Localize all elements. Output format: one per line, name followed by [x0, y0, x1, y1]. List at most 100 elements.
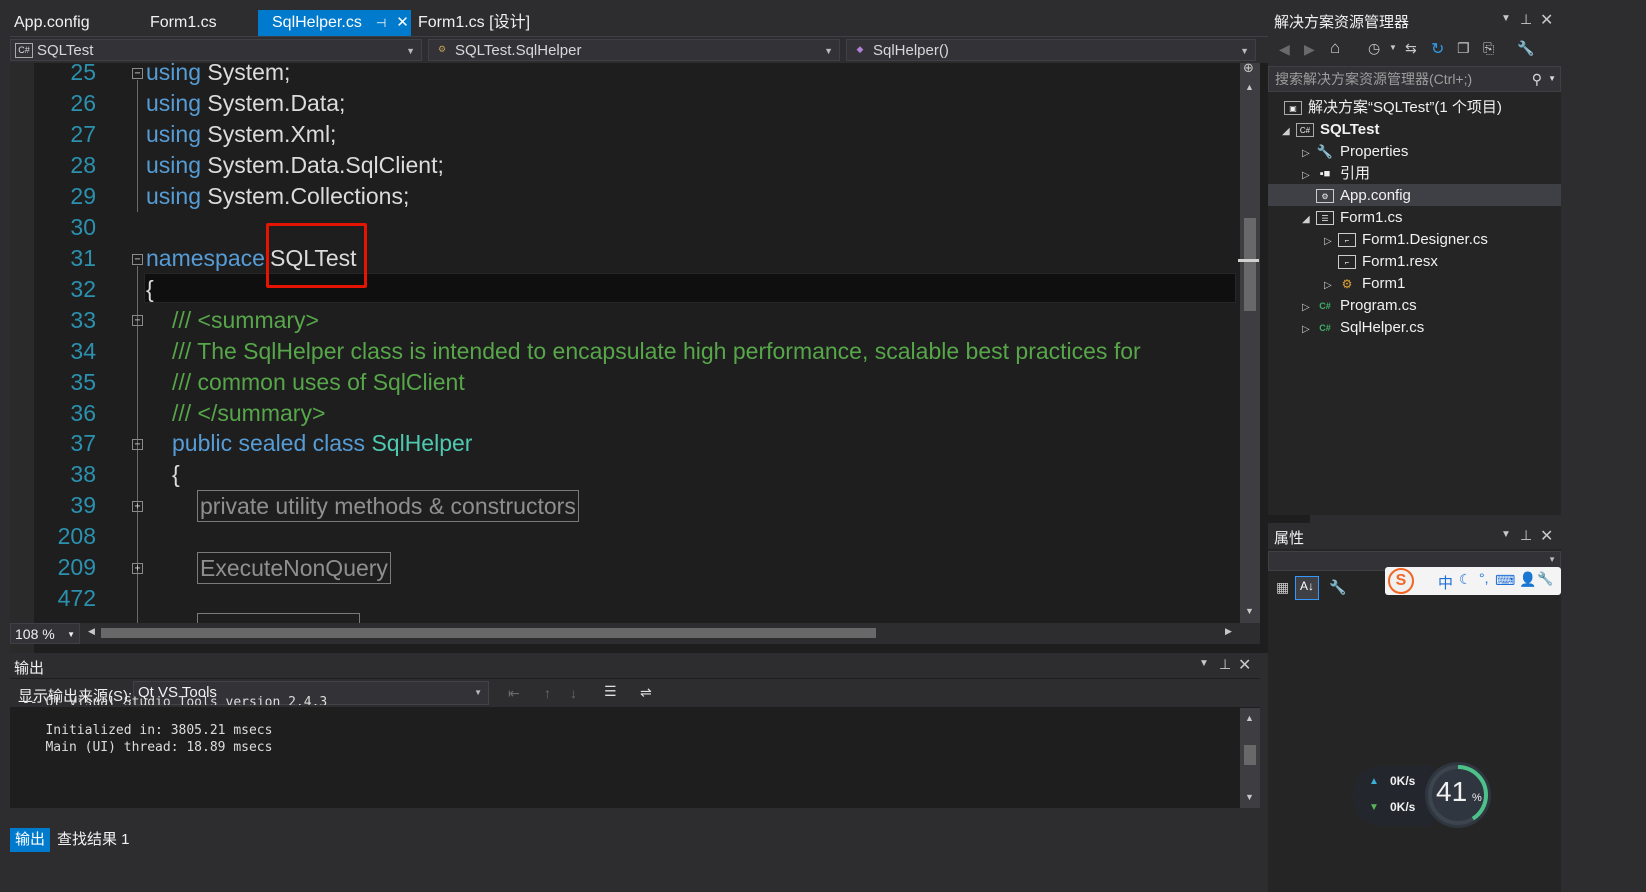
collapse-icon[interactable]: − — [132, 254, 143, 265]
tab-form1-cs[interactable]: Form1.cs — [136, 10, 217, 36]
line-number: 38 — [70, 461, 96, 487]
forward-icon[interactable]: ▶ — [1304, 41, 1315, 58]
tab-app-config[interactable]: App.config — [0, 10, 90, 36]
editor-vertical-scrollbar[interactable] — [1240, 63, 1260, 623]
collapse-icon[interactable]: − — [132, 68, 143, 79]
back-icon[interactable]: ◀ — [1279, 41, 1290, 58]
word-wrap-icon[interactable]: ⇌ — [640, 684, 652, 701]
refresh-icon[interactable]: ↻ — [1431, 39, 1444, 59]
chevron-down-icon[interactable]: ▼ — [1199, 658, 1209, 669]
search-placeholder: 搜索解决方案资源管理器(Ctrl+;) — [1275, 71, 1473, 87]
scroll-thumb[interactable] — [1244, 745, 1256, 765]
pending-changes-icon[interactable]: ◷ — [1368, 40, 1380, 57]
pin-icon[interactable]: ⊥ — [1219, 656, 1231, 673]
alphabetical-button[interactable]: A↓ — [1295, 576, 1319, 600]
output-horizontal-scrollbar[interactable] — [10, 808, 1260, 826]
memory-gauge[interactable]: 41 % — [1423, 760, 1493, 830]
tab-sqlhelper-cs[interactable]: SqlHelper.cs ⊣ ✕ — [258, 10, 411, 36]
sogou-logo-icon[interactable]: S — [1388, 568, 1414, 594]
expand-icon[interactable]: + — [132, 501, 143, 512]
tab-form1-designer[interactable]: Form1.cs [设计] — [404, 10, 530, 36]
chevron-down-icon[interactable]: ▼ — [1501, 13, 1511, 24]
chevron-down-icon[interactable]: ▼ — [1501, 529, 1511, 540]
split-editor-icon[interactable]: ⊕ — [1243, 60, 1254, 76]
code-line: public sealed class SqlHelper — [172, 430, 472, 457]
home-icon[interactable]: ⌂ — [1330, 38, 1340, 58]
scroll-down-icon[interactable]: ▼ — [1245, 792, 1254, 802]
search-icon[interactable]: ⚲ — [1532, 67, 1542, 91]
close-icon[interactable]: ✕ — [1238, 655, 1251, 675]
chevron-down-icon[interactable]: ▼ — [1548, 67, 1556, 91]
tree-item-form1-class[interactable]: ▷ ⚙ Form1 — [1324, 273, 1405, 295]
go-to-line-icon[interactable]: ⇤ — [508, 685, 520, 702]
scroll-thumb[interactable] — [1244, 218, 1256, 311]
tree-item-properties[interactable]: ▷ 🔧 Properties — [1302, 141, 1408, 163]
collapsed-region[interactable]: ExecuteNonQuery — [197, 552, 391, 584]
wrench-icon[interactable]: 🔧 — [1537, 571, 1553, 587]
scroll-left-icon[interactable]: ◀ — [88, 626, 95, 637]
scroll-down-icon[interactable]: ▼ — [1245, 606, 1254, 616]
scroll-right-icon[interactable]: ▶ — [1225, 626, 1232, 637]
output-text[interactable]: -- Qt Visual Studio Tools version 2.4.3 … — [22, 695, 327, 756]
tree-item-form1-cs[interactable]: ◢ ☰ Form1.cs — [1302, 207, 1403, 229]
bottom-tab-output[interactable]: 输出 — [10, 828, 51, 852]
scroll-up-icon[interactable]: ▲ — [1245, 82, 1254, 92]
pin-icon[interactable]: ⊣ — [376, 16, 386, 30]
sync-icon[interactable]: ⇆ — [1405, 40, 1417, 57]
collapsed-arrow-icon[interactable]: ▷ — [1302, 319, 1316, 341]
expanded-arrow-icon[interactable]: ◢ — [1282, 121, 1296, 143]
collapse-icon[interactable]: − — [132, 315, 143, 326]
ime-mode[interactable]: 中 — [1438, 572, 1453, 593]
expanded-arrow-icon[interactable]: ◢ — [1302, 209, 1316, 231]
collapse-icon[interactable]: − — [132, 439, 143, 450]
pin-icon[interactable]: ⊥ — [1520, 11, 1532, 28]
tree-item-references[interactable]: ▷ ▪■ 引用 — [1302, 163, 1370, 185]
expand-icon[interactable]: + — [132, 563, 143, 574]
property-pages-wrench-icon[interactable]: 🔧 — [1329, 579, 1346, 596]
tree-item-sqlhelper-cs[interactable]: ▷ C# SqlHelper.cs — [1302, 317, 1424, 339]
tree-item-project[interactable]: ◢ C# SQLTest — [1282, 119, 1379, 141]
moon-icon[interactable]: ☾ — [1459, 571, 1472, 588]
tree-item-program-cs[interactable]: ▷ C# Program.cs — [1302, 295, 1417, 317]
chevron-down-icon[interactable]: ▼ — [1389, 43, 1397, 52]
chevron-down-icon: ▼ — [824, 46, 833, 56]
collapsed-region[interactable]: private utility methods & constructors — [197, 490, 579, 522]
chevron-down-icon: ▼ — [1548, 555, 1556, 564]
class-combo[interactable]: ⚙ SQLTest.SqlHelper ▼ — [428, 39, 840, 61]
project-combo[interactable]: C# SQLTest ▼ — [10, 39, 422, 61]
tree-item-form1-resx[interactable]: ⌐ Form1.resx — [1324, 251, 1438, 273]
previous-message-icon[interactable]: ↑ — [544, 685, 551, 701]
collapsed-arrow-icon[interactable]: ▷ — [1302, 143, 1316, 165]
line-number: 33 — [70, 307, 96, 333]
collapsed-arrow-icon[interactable]: ▷ — [1302, 165, 1316, 187]
close-icon[interactable]: ✕ — [1540, 10, 1553, 30]
collapsed-region-partial[interactable] — [197, 613, 360, 623]
clear-all-icon[interactable]: ☰ — [604, 683, 617, 700]
properties-wrench-icon[interactable]: 🔧 — [1517, 40, 1534, 57]
tree-item-solution[interactable]: ▣ 解决方案“SQLTest”(1 个项目) — [1284, 97, 1502, 119]
next-message-icon[interactable]: ↓ — [570, 685, 577, 701]
collapsed-arrow-icon[interactable]: ▷ — [1324, 231, 1338, 253]
zoom-combo[interactable]: 108 % ▼ — [10, 623, 80, 644]
ime-toolbar[interactable]: S 中 ☾ °, ⌨ 👤 🔧 — [1385, 567, 1561, 595]
punctuation-icon[interactable]: °, — [1479, 570, 1489, 586]
net-speed-widget[interactable]: ▲ 0K/s ▼ 0K/s — [1353, 766, 1433, 826]
solution-search-input[interactable]: 搜索解决方案资源管理器(Ctrl+;) ⚲ ▼ — [1268, 66, 1561, 92]
pin-icon[interactable]: ⊥ — [1520, 527, 1532, 544]
keyword: using — [146, 90, 201, 116]
member-combo[interactable]: ◆ SqlHelper() ▼ — [846, 39, 1256, 61]
collapse-all-icon[interactable]: ❐ — [1457, 40, 1470, 57]
scroll-up-icon[interactable]: ▲ — [1245, 713, 1254, 723]
user-icon[interactable]: 👤 — [1519, 571, 1536, 588]
collapsed-arrow-icon[interactable]: ▷ — [1324, 275, 1338, 297]
categorized-icon[interactable]: ▦ — [1276, 579, 1289, 596]
show-all-files-icon[interactable]: ⎘ — [1483, 40, 1494, 57]
horizontal-scroll-thumb[interactable] — [101, 628, 876, 638]
tree-item-form1-designer[interactable]: ▷ ⌐ Form1.Designer.cs — [1324, 229, 1488, 251]
line-number: 29 — [70, 183, 96, 209]
close-icon[interactable]: ✕ — [1540, 526, 1553, 546]
keyboard-icon[interactable]: ⌨ — [1495, 572, 1515, 589]
bottom-tab-find-results[interactable]: 查找结果 1 — [52, 828, 135, 852]
collapsed-arrow-icon[interactable]: ▷ — [1302, 297, 1316, 319]
tree-item-app-config[interactable]: ⚙ App.config — [1302, 185, 1411, 207]
